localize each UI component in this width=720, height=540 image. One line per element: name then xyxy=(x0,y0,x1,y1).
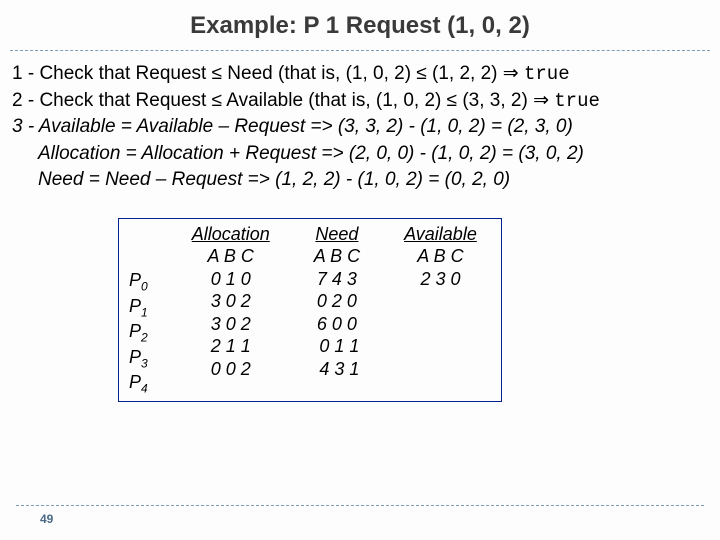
step-2-true: true xyxy=(554,90,600,112)
allocation-abc: A B C xyxy=(208,246,254,266)
step-2-text: 2 - Check that Request ≤ Available (that… xyxy=(12,90,554,111)
need-r3: 0 1 1 xyxy=(314,336,359,356)
p4: P xyxy=(129,372,141,392)
p0-sub: 0 xyxy=(141,280,148,294)
available-column: Available A B C 2 3 0 xyxy=(404,223,477,397)
allocation-column: Allocation A B C 0 1 0 3 0 2 3 0 2 2 1 1… xyxy=(192,223,270,397)
need-r4: 4 3 1 xyxy=(314,359,359,379)
slide: Example: P 1 Request (1, 0, 2) 1 - Check… xyxy=(0,0,720,540)
footer-separator xyxy=(16,505,704,506)
step-2: 2 - Check that Request ≤ Available (that… xyxy=(12,88,702,115)
step-3b: Allocation = Allocation + Request => (2,… xyxy=(12,141,702,168)
allocation-r4: 0 0 2 xyxy=(211,359,251,379)
need-r0: 7 4 3 xyxy=(317,269,357,289)
step-3a: 3 - Available = Available – Request => (… xyxy=(12,114,702,141)
available-abc: A B C xyxy=(417,246,463,266)
body-text: 1 - Check that Request ≤ Need (that is, … xyxy=(10,61,710,194)
need-r1: 0 2 0 xyxy=(317,291,357,311)
step-1-text: 1 - Check that Request ≤ Need (that is, … xyxy=(12,63,524,84)
p3: P xyxy=(129,347,141,367)
p3-sub: 3 xyxy=(141,356,148,370)
p4-sub: 4 xyxy=(141,382,148,396)
allocation-r3: 2 1 1 xyxy=(211,336,251,356)
step-1-true: true xyxy=(524,63,570,85)
p1: P xyxy=(129,296,141,316)
need-r2: 6 0 0 xyxy=(317,314,357,334)
available-r0: 2 3 0 xyxy=(420,269,460,289)
step-1: 1 - Check that Request ≤ Need (that is, … xyxy=(12,61,702,88)
table-columns: P0 P1 P2 P3 P4 Allocation A B C 0 1 0 3 … xyxy=(129,223,477,397)
p0: P xyxy=(129,270,141,290)
page-number: 49 xyxy=(40,512,53,526)
allocation-r2: 3 0 2 xyxy=(211,314,251,334)
state-table: P0 P1 P2 P3 P4 Allocation A B C 0 1 0 3 … xyxy=(118,218,502,402)
process-labels: P0 P1 P2 P3 P4 xyxy=(129,223,148,397)
need-column: Need A B C 7 4 3 0 2 0 6 0 0 0 1 1 4 3 1 xyxy=(314,223,360,397)
available-header: Available xyxy=(404,224,477,244)
p2: P xyxy=(129,321,141,341)
p2-sub: 2 xyxy=(141,331,148,345)
need-abc: A B C xyxy=(314,246,360,266)
allocation-header: Allocation xyxy=(192,224,270,244)
allocation-r1: 3 0 2 xyxy=(211,291,251,311)
step-3c: Need = Need – Request => (1, 2, 2) - (1,… xyxy=(12,167,702,194)
title-separator xyxy=(10,50,710,51)
slide-title: Example: P 1 Request (1, 0, 2) xyxy=(10,12,710,40)
allocation-r0: 0 1 0 xyxy=(211,269,251,289)
need-header: Need xyxy=(315,224,358,244)
p1-sub: 1 xyxy=(141,305,148,319)
